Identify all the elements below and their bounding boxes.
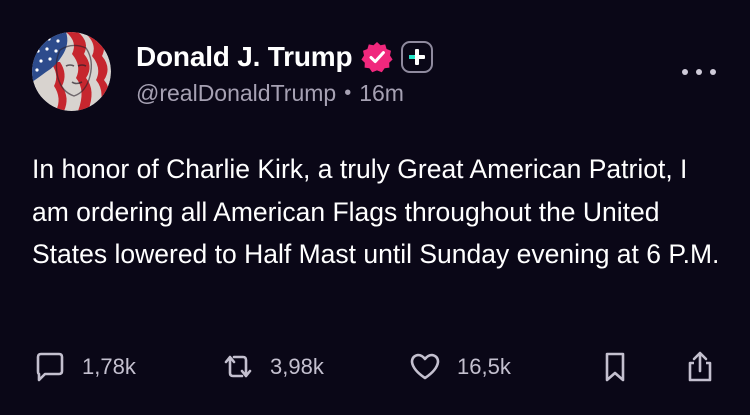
avatar[interactable] <box>32 32 111 111</box>
heart-icon <box>410 353 440 380</box>
timestamp[interactable]: 16m <box>359 80 404 107</box>
repost-icon <box>224 355 252 378</box>
reply-icon <box>36 352 64 382</box>
name-row: Donald J. Trump <box>136 38 434 76</box>
more-options-button[interactable] <box>682 64 716 80</box>
repost-count: 3,98k <box>270 354 324 379</box>
repost-button[interactable]: 3,98k <box>220 347 324 387</box>
bookmark-button[interactable] <box>597 347 633 387</box>
dot-icon <box>682 69 688 75</box>
separator-dot: • <box>344 82 352 104</box>
handle-row: @realDonaldTrump • 16m <box>136 80 433 107</box>
verified-badge-icon <box>360 40 394 74</box>
share-icon <box>688 351 712 382</box>
like-count: 16,5k <box>457 354 511 379</box>
share-button[interactable] <box>682 347 718 387</box>
dot-icon <box>696 69 702 75</box>
flag-portrait-avatar-icon <box>32 32 111 111</box>
display-name[interactable]: Donald J. Trump <box>136 41 353 73</box>
action-bar: 1,78k 3,98k 16,5k <box>32 347 722 387</box>
dot-icon <box>710 69 716 75</box>
post-text: In honor of Charlie Kirk, a truly Great … <box>32 154 720 269</box>
plus-badge-icon[interactable] <box>401 41 434 73</box>
reply-button[interactable]: 1,78k <box>32 347 136 387</box>
post-header: Donald J. Trump @realDonaldTrump • 16m <box>136 38 434 107</box>
bookmark-icon <box>605 352 625 382</box>
like-button[interactable]: 16,5k <box>407 347 511 387</box>
post-card: Donald J. Trump @realDonaldTrump • 16m I… <box>0 0 750 415</box>
reply-count: 1,78k <box>82 354 136 379</box>
handle[interactable]: @realDonaldTrump <box>136 80 336 107</box>
